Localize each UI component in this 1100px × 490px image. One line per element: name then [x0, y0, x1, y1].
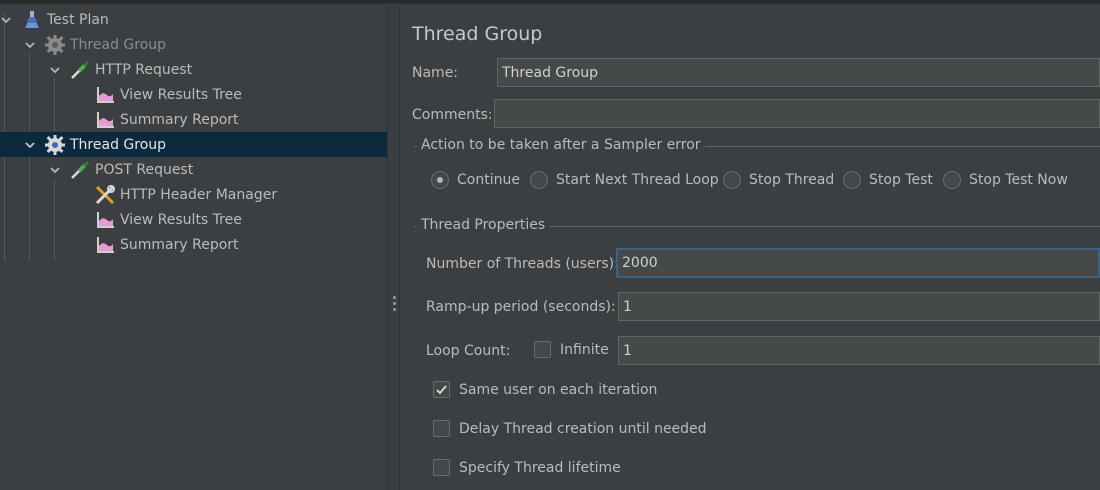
splitter-grip-dot	[393, 296, 396, 299]
tree-node-view-results-tree[interactable]: View Results Tree	[0, 82, 387, 107]
radio-label: Continue	[457, 172, 520, 188]
checkbox-box[interactable]	[433, 420, 450, 437]
radio-stop-test-now[interactable]: Stop Test Now	[943, 171, 1068, 189]
checkbox-box-checked[interactable]	[433, 381, 450, 398]
tree-node-label: Thread Group	[70, 136, 167, 153]
page-title: Thread Group	[412, 23, 543, 45]
name-field[interactable]: Thread Group	[497, 58, 1100, 87]
radio-label: Stop Test Now	[969, 172, 1068, 188]
pipette-icon	[69, 59, 91, 81]
chevron-down-icon[interactable]	[48, 63, 62, 77]
radio-label: Stop Test	[869, 172, 933, 188]
radio-circle[interactable]	[723, 171, 741, 189]
radio-continue[interactable]: Continue	[431, 171, 520, 189]
checkbox-label: Delay Thread creation until needed	[459, 420, 707, 437]
tree-node-http-header-manager[interactable]: HTTP Header Manager	[0, 182, 387, 207]
tree-node-label: HTTP Header Manager	[120, 186, 278, 203]
checkbox-box[interactable]	[433, 459, 450, 476]
tree-node-thread-group-disabled[interactable]: Thread Group	[0, 32, 387, 57]
radio-circle-selected[interactable]	[431, 171, 449, 189]
tree-node-label: Test Plan	[47, 11, 109, 28]
tree-node-label: Thread Group	[70, 36, 167, 53]
specify-thread-lifetime-checkbox[interactable]: Specify Thread lifetime	[433, 459, 621, 476]
checkbox-label: Infinite	[560, 341, 609, 358]
listener-icon	[94, 109, 116, 131]
tree-node-http-request[interactable]: HTTP Request	[0, 57, 387, 82]
splitter-grip-dot	[393, 302, 396, 305]
ramp-up-period-label: Ramp-up period (seconds):	[426, 299, 616, 315]
radio-label: Stop Thread	[749, 172, 835, 188]
radio-stop-thread[interactable]: Stop Thread	[723, 171, 834, 189]
gear-icon	[44, 34, 66, 56]
gear-icon	[44, 134, 66, 156]
checkbox-label: Same user on each iteration	[459, 381, 658, 398]
tree-node-view-results-tree-2[interactable]: View Results Tree	[0, 207, 387, 232]
radio-circle[interactable]	[943, 171, 961, 189]
radio-label: Start Next Thread Loop	[556, 172, 719, 188]
test-plan-icon	[21, 9, 43, 31]
loop-count-label: Loop Count:	[426, 343, 511, 359]
jmeter-window: Test Plan Thread Group HTTP Request View…	[0, 0, 1100, 490]
tree-node-label: Summary Report	[120, 111, 239, 128]
tree-node-label: POST Request	[95, 161, 194, 178]
listener-icon	[94, 84, 116, 106]
tree-node-post-request[interactable]: POST Request	[0, 157, 387, 182]
tree-node-test-plan[interactable]: Test Plan	[0, 7, 387, 32]
comments-label: Comments:	[412, 107, 493, 123]
thread-group-panel: Thread Group Name: Thread Group Comments…	[401, 5, 1100, 490]
pane-splitter[interactable]	[387, 5, 400, 490]
chevron-down-icon[interactable]	[0, 13, 13, 27]
sampler-error-section-title: Action to be taken after a Sampler error	[417, 137, 705, 153]
name-label: Name:	[412, 65, 459, 81]
ramp-up-period-field[interactable]: 1	[618, 292, 1100, 321]
radio-start-next-thread-loop[interactable]: Start Next Thread Loop	[530, 171, 719, 189]
tree-node-label: View Results Tree	[120, 211, 242, 228]
tree-node-label: Summary Report	[120, 236, 239, 253]
loop-count-field[interactable]: 1	[618, 336, 1100, 365]
radio-circle[interactable]	[843, 171, 861, 189]
number-of-threads-label: Number of Threads (users):	[426, 256, 619, 272]
tree-node-thread-group[interactable]: Thread Group	[0, 132, 387, 157]
wrench-icon	[94, 184, 116, 206]
listener-icon	[94, 234, 116, 256]
comments-field[interactable]	[494, 99, 1100, 128]
radio-circle[interactable]	[530, 171, 548, 189]
chevron-down-icon[interactable]	[23, 38, 37, 52]
checkbox-label: Specify Thread lifetime	[459, 459, 621, 476]
same-user-checkbox[interactable]: Same user on each iteration	[433, 381, 657, 398]
tree-node-summary-report[interactable]: Summary Report	[0, 107, 387, 132]
number-of-threads-field[interactable]: 2000	[616, 248, 1100, 278]
checkmark-icon	[436, 385, 447, 395]
checkbox-box[interactable]	[534, 341, 551, 358]
pipette-icon	[69, 159, 91, 181]
infinite-checkbox[interactable]: Infinite	[534, 341, 609, 358]
thread-properties-section-title: Thread Properties	[417, 217, 550, 233]
tree-node-summary-report-2[interactable]: Summary Report	[0, 232, 387, 257]
delay-thread-creation-checkbox[interactable]: Delay Thread creation until needed	[433, 420, 707, 437]
radio-stop-test[interactable]: Stop Test	[843, 171, 933, 189]
listener-icon	[94, 209, 116, 231]
chevron-down-icon[interactable]	[48, 163, 62, 177]
test-plan-tree: Test Plan Thread Group HTTP Request View…	[0, 5, 387, 490]
tree-node-label: HTTP Request	[95, 61, 193, 78]
splitter-grip-dot	[393, 308, 396, 311]
tree-node-label: View Results Tree	[120, 86, 242, 103]
top-border	[0, 0, 1100, 4]
chevron-down-icon[interactable]	[23, 138, 37, 152]
